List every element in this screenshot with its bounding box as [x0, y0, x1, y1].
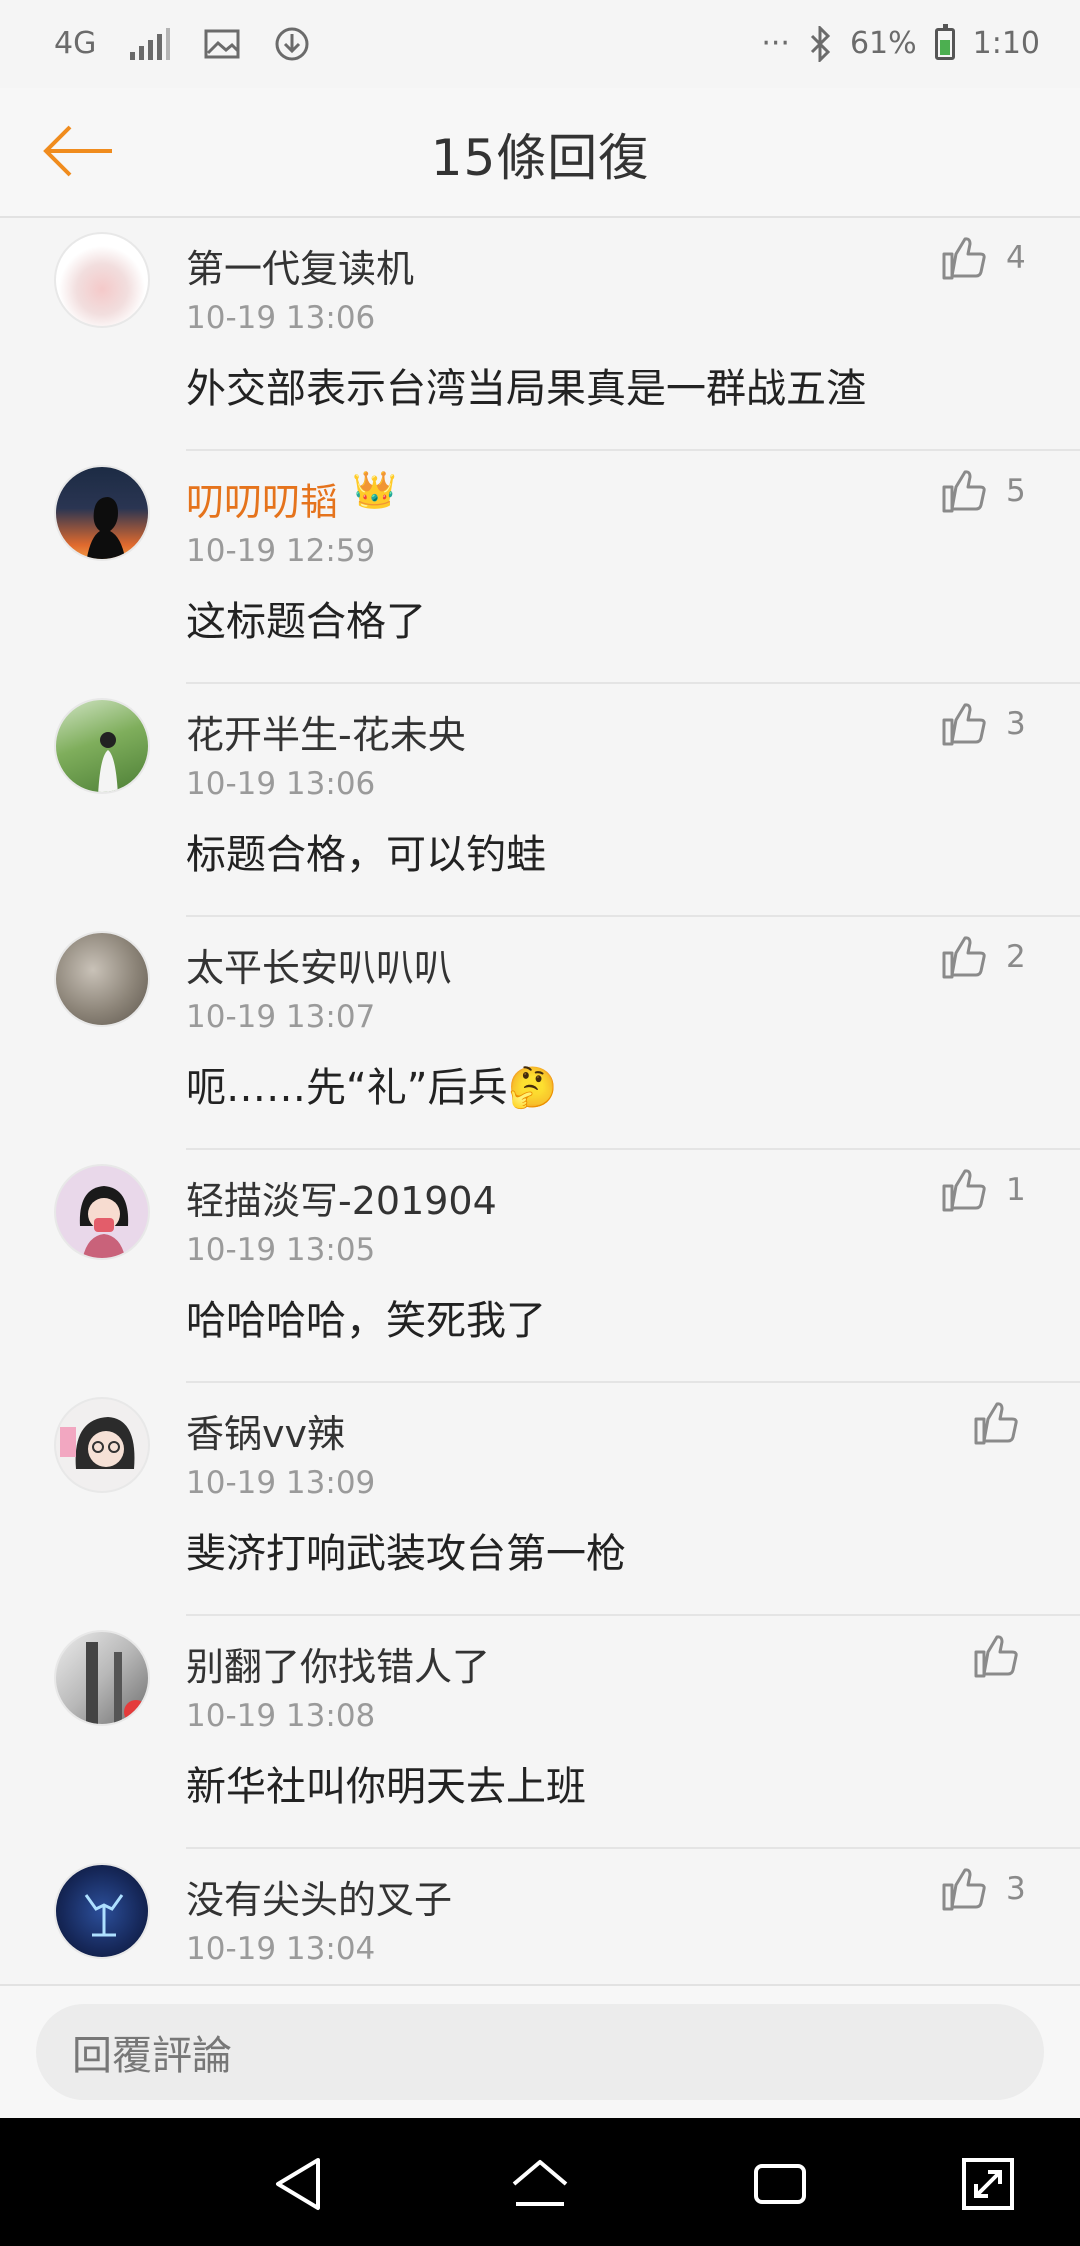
thumbs-up-icon: [942, 1169, 986, 1212]
comment-item[interactable]: 香锅vv辣 10-19 13:09 斐济打响武装攻台第一枪: [0, 1383, 1080, 1616]
page-title: 15條回復: [430, 129, 650, 187]
reply-bar: 回覆評論: [0, 1984, 1080, 2118]
comment-item[interactable]: 太平长安叭叭叭 10-19 13:07 呃……先“礼”后兵🤔 2: [0, 917, 1080, 1150]
like-button[interactable]: 4: [940, 236, 1026, 280]
comment-text: 斐济打响武装攻台第一枪: [186, 1531, 626, 1577]
comment-text: 新华社叫你明天去上班: [186, 1764, 586, 1810]
avatar[interactable]: [54, 1397, 150, 1493]
download-icon: [275, 27, 309, 61]
like-count: 3: [1006, 1871, 1026, 1907]
comment-item[interactable]: 花开半生-花未央 10-19 13:06 标题合格，可以钓蛙 3: [0, 684, 1080, 917]
like-button[interactable]: 5: [940, 469, 1026, 513]
thumbs-up-icon: [942, 237, 986, 280]
like-count: 1: [1006, 1172, 1026, 1208]
thumbs-up-icon: [942, 1868, 986, 1911]
nav-home-button[interactable]: [510, 2154, 570, 2214]
comment-text: 哈哈哈哈，笑死我了: [186, 1298, 546, 1344]
comment-time: 10-19 13:08: [186, 1698, 376, 1734]
avatar[interactable]: [54, 698, 150, 794]
like-button[interactable]: [972, 1401, 1018, 1445]
username[interactable]: 没有尖头的叉子: [186, 1869, 452, 1924]
username[interactable]: 第一代复读机: [186, 238, 414, 293]
network-label: 4G: [54, 26, 97, 61]
username[interactable]: 轻描淡写-201904: [186, 1170, 497, 1225]
resize-icon: [962, 2158, 1014, 2210]
username[interactable]: 花开半生-花未央: [186, 704, 466, 759]
bluetooth-icon: [810, 26, 831, 62]
username[interactable]: 别翻了你找错人了: [186, 1636, 490, 1691]
comment-text: 外交部表示台湾当局果真是一群战五渣: [186, 366, 866, 412]
nav-back-button[interactable]: [270, 2154, 330, 2214]
comment-item[interactable]: 叨叨叨韬 👑 10-19 12:59 这标题合格了 5: [0, 451, 1080, 684]
like-count: 2: [1006, 939, 1026, 975]
thumbs-up-icon: [942, 470, 986, 513]
like-button[interactable]: [972, 1634, 1018, 1678]
comment-item[interactable]: 第一代复读机 10-19 13:06 外交部表示台湾当局果真是一群战五渣 4: [0, 218, 1080, 451]
avatar[interactable]: [54, 1164, 150, 1260]
image-icon: [204, 29, 240, 59]
like-count: 4: [1006, 240, 1026, 276]
thumbs-up-icon: [942, 703, 986, 746]
reply-input[interactable]: 回覆評論: [36, 2004, 1044, 2100]
comment-list[interactable]: 第一代复读机 10-19 13:06 外交部表示台湾当局果真是一群战五渣 4 叨…: [0, 218, 1080, 1984]
like-count: 3: [1006, 706, 1026, 742]
signal-icon: [130, 28, 171, 60]
vip-crown-icon: 👑: [352, 470, 397, 511]
more-dots: ···: [761, 26, 790, 61]
comment-text: 标题合格，可以钓蛙: [186, 832, 546, 878]
avatar[interactable]: [54, 931, 150, 1027]
triangle-back-icon: [276, 2158, 320, 2210]
like-button[interactable]: 3: [940, 702, 1026, 746]
comment-text-body: 呃……先“礼”后兵: [186, 1065, 508, 1111]
thumbs-up-icon: [974, 1635, 1018, 1678]
username[interactable]: 香锅vv辣: [186, 1403, 345, 1458]
square-icon: [754, 2164, 806, 2204]
nav-resize-button[interactable]: [958, 2154, 1018, 2214]
comment-time: 10-19 12:59: [186, 533, 376, 569]
comment-time: 10-19 13:09: [186, 1465, 376, 1501]
comment-time: 10-19 13:06: [186, 766, 376, 802]
avatar[interactable]: [54, 232, 150, 328]
username[interactable]: 太平长安叭叭叭: [186, 937, 452, 992]
battery-percent: 61%: [849, 26, 917, 61]
thumbs-up-icon: [974, 1402, 1018, 1445]
status-bar: 4G ··· 61% 1:10: [0, 0, 1080, 88]
comment-item[interactable]: 别翻了你找错人了 10-19 13:08 新华社叫你明天去上班: [0, 1616, 1080, 1849]
like-button[interactable]: 1: [940, 1168, 1026, 1212]
username[interactable]: 叨叨叨韬: [186, 471, 338, 526]
system-nav-bar: [0, 2118, 1080, 2246]
comment-time: 10-19 13:06: [186, 300, 376, 336]
home-icon: [512, 2160, 568, 2206]
nav-recent-button[interactable]: [750, 2154, 810, 2214]
clock: 1:10: [972, 26, 1040, 61]
comment-text: 呃……先“礼”后兵🤔: [186, 1055, 557, 1113]
header: 15條回復: [0, 88, 1080, 218]
thumbs-up-icon: [942, 936, 986, 979]
thinking-emoji-icon: 🤔: [507, 1065, 558, 1111]
like-button[interactable]: 2: [940, 935, 1026, 979]
comment-item[interactable]: 没有尖头的叉子 10-19 13:04 3: [0, 1849, 1080, 1984]
avatar[interactable]: [54, 1630, 150, 1726]
like-count: 5: [1006, 473, 1026, 509]
comment-time: 10-19 13:04: [186, 1931, 376, 1967]
battery-icon: [934, 24, 955, 60]
comment-time: 10-19 13:07: [186, 999, 376, 1035]
comment-item[interactable]: 轻描淡写-201904 10-19 13:05 哈哈哈哈，笑死我了 1: [0, 1150, 1080, 1383]
avatar[interactable]: [54, 465, 150, 561]
comment-time: 10-19 13:05: [186, 1232, 376, 1268]
like-button[interactable]: 3: [940, 1867, 1026, 1911]
comment-text: 这标题合格了: [186, 599, 426, 645]
avatar[interactable]: [54, 1863, 150, 1959]
